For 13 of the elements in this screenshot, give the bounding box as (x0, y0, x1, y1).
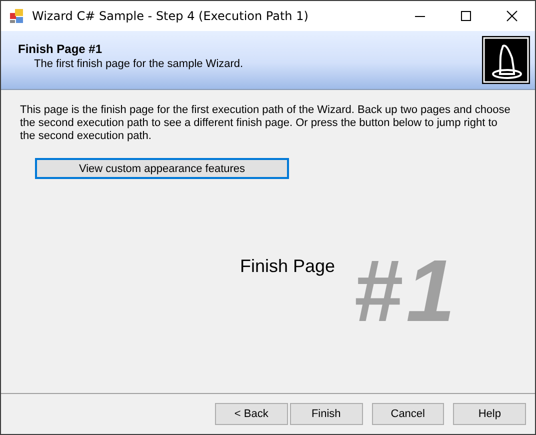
wizard-button[interactable]: Finish (290, 403, 362, 425)
wizard-button[interactable]: < Back (215, 403, 288, 425)
view-appearance-button[interactable]: View custom appearance features (35, 158, 289, 179)
description-text: This page is the finish page for the first execution path of the Wizard. Back up two pages and choose the second execution path to see a different finish page. Or press the button below to jump right to the second execution path. (20, 104, 512, 143)
page-title: Finish Page #1 (18, 42, 104, 56)
wizard-hat-icon (482, 36, 530, 84)
page-number-text: #1 (353, 251, 459, 331)
app-icon (9, 8, 25, 24)
window-title: Wizard C# Sample - Step 4 (Execution Path 1) (32, 9, 308, 23)
page-subtitle: The first finish page for the sample Wizard. (33, 58, 244, 70)
finish-page-caption: Finish Page (240, 256, 336, 277)
wizard-button[interactable]: Cancel (372, 403, 444, 425)
wizard-button[interactable]: Help (453, 403, 526, 425)
